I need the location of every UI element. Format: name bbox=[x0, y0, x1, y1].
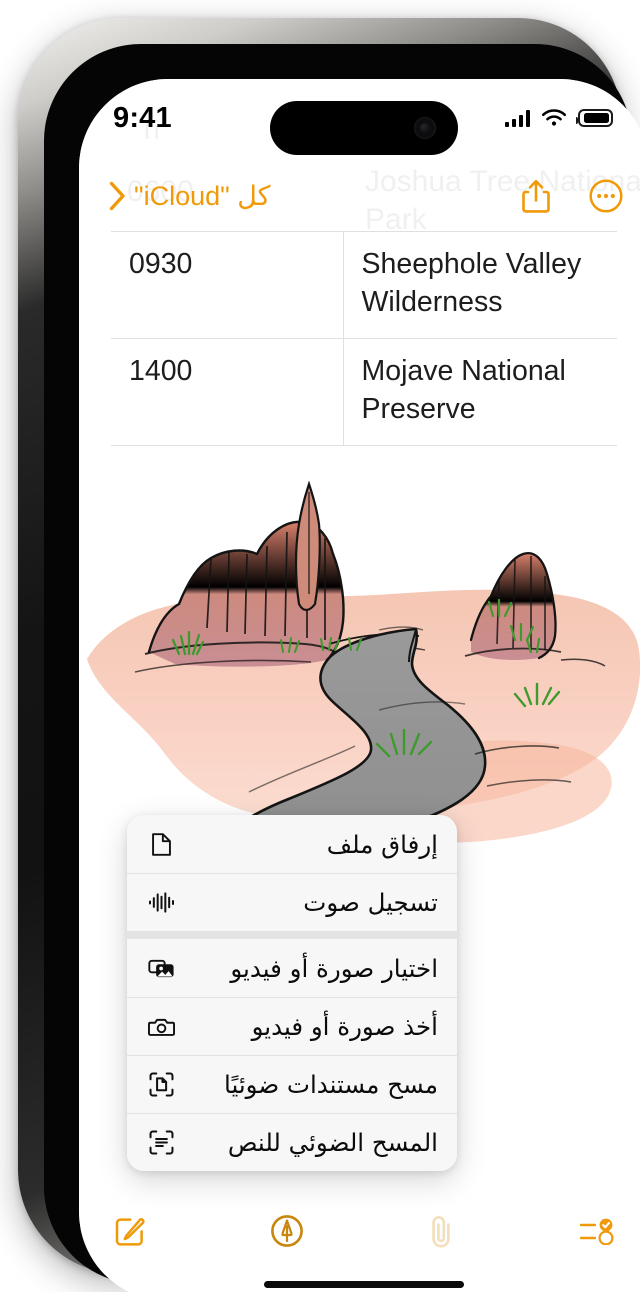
menu-item-label: مسح مستندات ضوئيًا bbox=[223, 1070, 438, 1099]
menu-group-separator bbox=[127, 931, 457, 939]
table-cell-place: Sheephole Valley Wilderness bbox=[342, 231, 617, 339]
menu-item-record-audio[interactable]: تسجيل صوت bbox=[127, 873, 457, 931]
menu-item-scan-text[interactable]: المسح الضوئي للنص bbox=[127, 1113, 457, 1171]
scan-text-icon bbox=[144, 1130, 178, 1155]
menu-item-label: المسح الضوئي للنص bbox=[227, 1128, 438, 1157]
menu-item-choose-photo-or-video[interactable]: اختيار صورة أو فيديو bbox=[127, 939, 457, 997]
menu-item-label: أخذ صورة أو فيديو bbox=[251, 1012, 438, 1041]
checklist-icon bbox=[579, 1218, 614, 1245]
markup-button[interactable] bbox=[270, 1214, 304, 1248]
photos-stack-icon bbox=[144, 957, 178, 980]
ellipsis-circle-icon bbox=[589, 179, 623, 213]
markup-pen-circle-icon bbox=[271, 1215, 304, 1247]
status-bar-icons bbox=[504, 108, 613, 128]
mesa-spire bbox=[294, 480, 321, 612]
nav-actions bbox=[521, 178, 623, 214]
more-options-button[interactable] bbox=[589, 179, 623, 213]
menu-item-scan-documents[interactable]: مسح مستندات ضوئيًا bbox=[127, 1055, 457, 1113]
menu-item-take-photo-or-video[interactable]: أخذ صورة أو فيديو bbox=[127, 997, 457, 1055]
phone-bezel: Ti 0600 Joshua Tree National Park 0930 S… bbox=[44, 44, 640, 1292]
paperclip-icon bbox=[431, 1215, 450, 1248]
home-indicator bbox=[264, 1281, 464, 1288]
table-row[interactable]: 0930 Sheephole Valley Wilderness bbox=[111, 231, 617, 339]
menu-item-label: اختيار صورة أو فيديو bbox=[230, 953, 438, 983]
desert-road-watercolor-sketch[interactable] bbox=[79, 454, 640, 876]
wifi-icon bbox=[541, 108, 567, 128]
menu-item-label: تسجيل صوت bbox=[303, 888, 438, 917]
audio-waveform-icon bbox=[144, 891, 178, 914]
compose-button[interactable] bbox=[113, 1214, 147, 1248]
compose-pencil-square-icon bbox=[115, 1218, 145, 1246]
back-button[interactable]: كل "iCloud" bbox=[109, 181, 271, 212]
share-up-arrow-icon bbox=[522, 179, 550, 213]
attachment-context-menu: إرفاق ملف تسجيل صوت اختيار صورة أو فيديو… bbox=[127, 815, 457, 1171]
scan-document-icon bbox=[144, 1072, 178, 1097]
camera-icon bbox=[144, 1016, 178, 1038]
front-camera-icon bbox=[414, 117, 436, 139]
cellular-signal-icon bbox=[504, 109, 530, 127]
dynamic-island bbox=[270, 101, 458, 155]
phone-screen: Ti 0600 Joshua Tree National Park 0930 S… bbox=[79, 79, 640, 1292]
share-button[interactable] bbox=[521, 178, 551, 214]
table-cell-time: 1400 bbox=[111, 338, 343, 446]
navigation-bar: كل "iCloud" bbox=[79, 163, 640, 229]
menu-item-attach-file[interactable]: إرفاق ملف bbox=[127, 815, 457, 873]
schedule-table: 0930 Sheephole Valley Wilderness 1400 Mo… bbox=[111, 231, 617, 446]
screenshot-root: Ti 0600 Joshua Tree National Park 0930 S… bbox=[0, 0, 640, 1292]
attachment-button[interactable] bbox=[428, 1214, 454, 1248]
checklist-button[interactable] bbox=[577, 1217, 615, 1245]
phone-frame: Ti 0600 Joshua Tree National Park 0930 S… bbox=[18, 18, 640, 1292]
menu-item-label: إرفاق ملف bbox=[326, 829, 438, 859]
table-cell-time: 0930 bbox=[111, 231, 343, 339]
bottom-toolbar bbox=[79, 1193, 640, 1269]
battery-icon bbox=[575, 109, 613, 127]
chevron-right-icon bbox=[109, 181, 125, 211]
back-button-label: كل "iCloud" bbox=[134, 180, 271, 211]
table-row[interactable]: 1400 Mojave National Preserve bbox=[111, 338, 617, 446]
status-bar-time: 9:41 bbox=[113, 101, 172, 134]
table-cell-place: Mojave National Preserve bbox=[342, 338, 617, 446]
document-icon bbox=[144, 832, 178, 857]
